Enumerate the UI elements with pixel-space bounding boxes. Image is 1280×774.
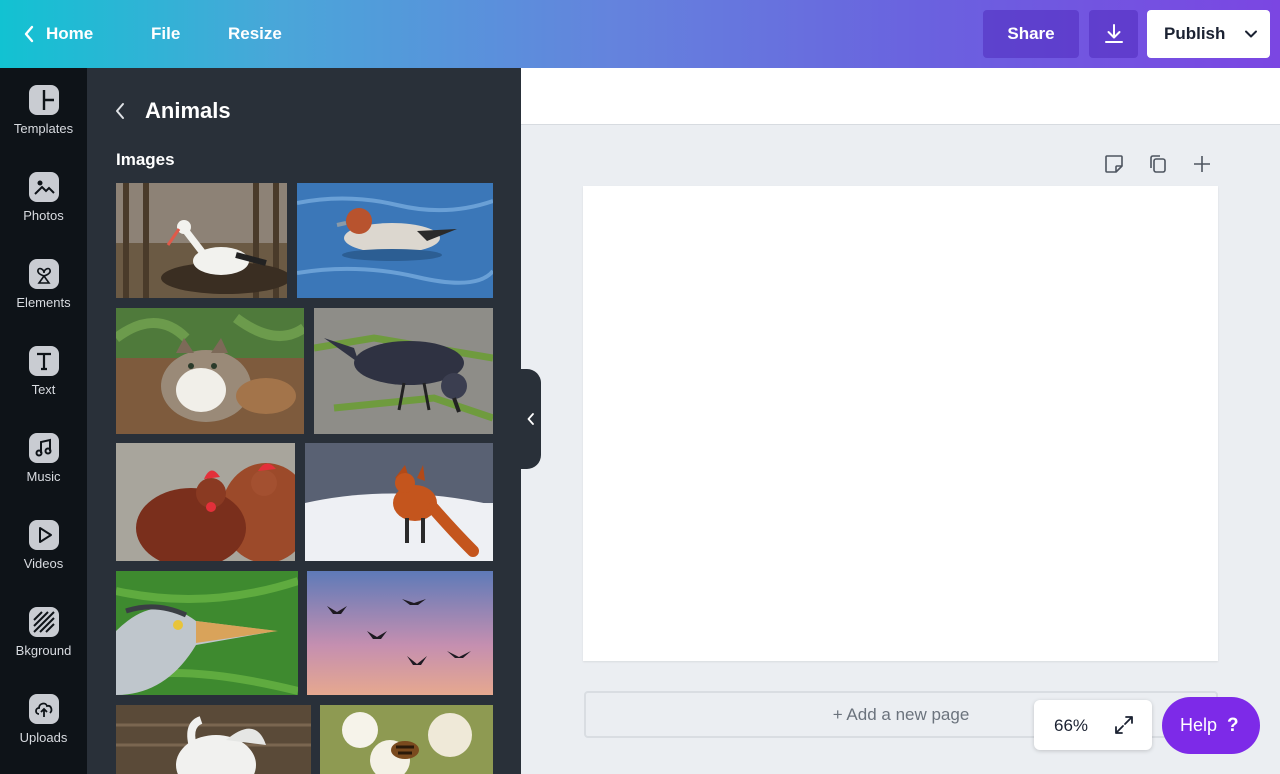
download-button[interactable]	[1089, 10, 1138, 58]
text-icon	[28, 346, 59, 376]
rail-item-elements[interactable]: Elements	[0, 242, 87, 322]
design-page[interactable]	[583, 186, 1218, 661]
home-button[interactable]: Home	[24, 24, 93, 44]
rail-label: Templates	[13, 121, 74, 136]
rail-item-text[interactable]: Text	[0, 329, 87, 409]
chevron-down-icon[interactable]	[1244, 27, 1258, 41]
share-button[interactable]: Share	[983, 10, 1079, 58]
rail-label: Bkground	[15, 643, 72, 658]
rail-item-photos[interactable]: Photos	[0, 155, 87, 235]
add-page-icon-button[interactable]	[1190, 152, 1214, 176]
image-thumb-heron[interactable]	[116, 571, 298, 695]
elements-icon	[28, 259, 59, 289]
canvas-toolbar	[521, 68, 1280, 125]
duplicate-page-button[interactable]	[1146, 152, 1170, 176]
help-label: Help	[1180, 715, 1218, 735]
publish-label: Publish	[1164, 24, 1226, 43]
rail-label: Photos	[23, 208, 64, 223]
rail-label: Videos	[23, 556, 64, 571]
left-rail: Templates Photos Elements Text Music Vid…	[0, 68, 87, 774]
videos-icon	[28, 520, 59, 550]
rail-label: Music	[26, 469, 61, 484]
back-chevron-icon[interactable]	[114, 102, 126, 120]
chevron-left-icon	[527, 413, 534, 425]
plus-icon	[1194, 156, 1210, 172]
image-thumb-swan[interactable]	[116, 705, 311, 774]
note-icon	[1105, 155, 1123, 173]
panel-title: Animals	[145, 98, 231, 123]
home-label: Home	[46, 24, 94, 43]
rail-label: Text	[31, 382, 56, 397]
rail-item-uploads[interactable]: Uploads	[0, 677, 87, 757]
rail-item-background[interactable]: Bkground	[0, 590, 87, 670]
help-button[interactable]: Help ?	[1162, 697, 1260, 754]
image-thumb-chickens[interactable]	[116, 443, 295, 561]
zoom-level[interactable]: 66%	[1054, 716, 1088, 736]
image-thumb-fox[interactable]	[305, 443, 493, 561]
file-menu-button[interactable]: File	[151, 24, 180, 44]
zoom-control[interactable]: 66%	[1034, 700, 1152, 750]
copy-icon	[1150, 155, 1166, 173]
rail-label: Elements	[16, 295, 71, 310]
rail-item-templates[interactable]: Templates	[0, 68, 87, 148]
expand-icon[interactable]	[1113, 714, 1135, 736]
templates-icon	[28, 85, 59, 115]
collapse-panel-button[interactable]	[521, 369, 541, 469]
add-note-button[interactable]	[1102, 152, 1126, 176]
chevron-left-icon	[24, 25, 34, 43]
uploads-icon	[28, 694, 59, 724]
music-icon	[28, 433, 59, 463]
image-thumb-duck[interactable]	[297, 183, 493, 298]
image-thumb-bee[interactable]	[320, 705, 493, 774]
top-bar: Home File Resize Share Publish	[0, 0, 1280, 68]
question-mark-icon: ?	[1227, 714, 1239, 736]
section-title: Images	[116, 150, 175, 169]
download-icon	[1104, 24, 1123, 43]
rail-label: Uploads	[19, 730, 68, 745]
image-thumb-ducks-sunset[interactable]	[307, 571, 493, 695]
publish-button[interactable]: Publish	[1147, 10, 1270, 58]
photos-icon	[28, 172, 59, 202]
image-thumb-cat[interactable]	[116, 308, 304, 434]
resize-button[interactable]: Resize	[228, 24, 282, 44]
rail-item-videos[interactable]: Videos	[0, 503, 87, 583]
image-thumb-jackdaw[interactable]	[314, 308, 493, 434]
content-panel: Animals Images	[87, 68, 521, 774]
image-thumb-stork[interactable]	[116, 183, 287, 298]
rail-item-music[interactable]: Music	[0, 416, 87, 496]
background-icon	[28, 607, 59, 637]
